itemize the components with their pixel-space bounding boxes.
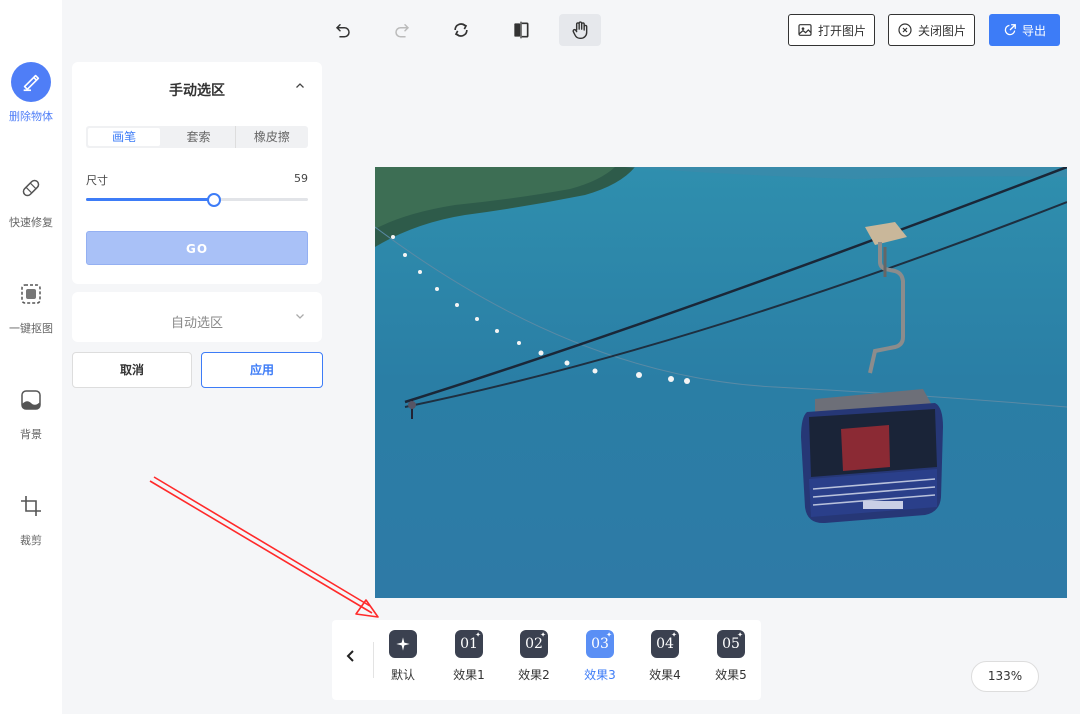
export-button[interactable]: 导出 [989, 14, 1061, 46]
effect-4[interactable]: 04 ✦ 效果4 [640, 630, 690, 683]
effect-label: 效果5 [715, 668, 747, 682]
edited-photo [375, 167, 1067, 598]
crop-icon [11, 486, 51, 526]
size-slider[interactable] [86, 193, 308, 207]
effect-default[interactable]: 默认 [378, 630, 428, 683]
close-circle-icon [898, 23, 912, 37]
rail-label: 裁剪 [20, 534, 42, 547]
redo-button[interactable] [381, 14, 423, 46]
size-value: 59 [294, 172, 308, 185]
cancel-button[interactable]: 取消 [72, 352, 192, 388]
effect-label: 效果3 [584, 668, 616, 682]
effect-label: 效果1 [453, 668, 485, 682]
rail-item-remove-object[interactable]: 删除物体 [0, 62, 62, 124]
slider-thumb[interactable] [206, 193, 221, 207]
auto-selection-title: 自动选区 [170, 316, 223, 331]
effect-3[interactable]: 03 ✦ 效果3 [575, 630, 625, 683]
background-icon [11, 380, 51, 420]
slider-fill [86, 198, 214, 201]
compare-icon [514, 21, 529, 39]
pan-button[interactable] [559, 14, 601, 46]
refresh-icon [454, 23, 468, 37]
effect-1[interactable]: 01 ✦ 效果1 [444, 630, 494, 683]
rail-label: 背景 [20, 428, 42, 441]
effect-3-icon: 03 ✦ [586, 630, 614, 658]
undo-icon [336, 24, 350, 38]
effect-label: 效果4 [649, 668, 681, 682]
zoom-level[interactable]: 133% [971, 661, 1039, 692]
chevron-up-icon[interactable] [294, 80, 306, 96]
tab-eraser[interactable]: 橡皮擦 [236, 126, 308, 148]
effect-label: 效果2 [518, 668, 550, 682]
eraser-icon [11, 62, 51, 102]
manual-selection-panel: 手动选区 画笔 套索 橡皮擦 尺寸 59 GO [72, 62, 322, 284]
rail-label: 删除物体 [9, 110, 53, 123]
effect-label: 默认 [390, 668, 415, 682]
effect-1-icon: 01 ✦ [455, 630, 483, 658]
close-image-label: 关闭图片 [918, 23, 967, 38]
rail-label: 一键抠图 [9, 322, 53, 335]
chevron-left-icon[interactable] [346, 650, 356, 666]
export-icon [1004, 24, 1016, 36]
auto-selection-panel[interactable]: 自动选区 [72, 292, 322, 342]
rail-label: 快速修复 [9, 216, 53, 229]
divider [373, 642, 374, 678]
open-image-button[interactable]: 打开图片 [788, 14, 876, 46]
rail-item-crop[interactable]: 裁剪 [0, 486, 62, 548]
brush-mode-tabs: 画笔 套索 橡皮擦 [86, 126, 308, 148]
tab-lasso[interactable]: 套索 [162, 126, 236, 148]
image-icon [798, 24, 812, 36]
cutout-icon [11, 274, 51, 314]
effect-2-icon: 02 ✦ [520, 630, 548, 658]
effect-5[interactable]: 05 ✦ 效果5 [706, 630, 756, 683]
tab-brush[interactable]: 画笔 [88, 128, 161, 146]
redo-icon [395, 24, 409, 38]
compare-button[interactable] [500, 14, 542, 46]
reset-button[interactable] [440, 14, 482, 46]
export-label: 导出 [1022, 23, 1047, 38]
apply-button[interactable]: 应用 [201, 352, 323, 388]
rail-item-quick-fix[interactable]: 快速修复 [0, 168, 62, 230]
hand-icon [572, 21, 588, 40]
bandage-icon [11, 168, 51, 208]
sparkle-icon [389, 630, 417, 658]
undo-button[interactable] [322, 14, 364, 46]
size-label: 尺寸 [86, 174, 108, 187]
rail-item-cutout[interactable]: 一键抠图 [0, 274, 62, 336]
close-image-button[interactable]: 关闭图片 [888, 14, 976, 46]
chevron-down-icon[interactable] [294, 310, 306, 325]
effect-2[interactable]: 02 ✦ 效果2 [509, 630, 559, 683]
open-image-label: 打开图片 [818, 23, 867, 38]
effects-bar: 默认 01 ✦ 效果1 02 ✦ 效果2 03 ✦ 效果3 04 ✦ 效果4 05 ✦ 效… [332, 620, 761, 700]
effect-5-icon: 05 ✦ [717, 630, 745, 658]
rail-item-background[interactable]: 背景 [0, 380, 62, 442]
go-button[interactable]: GO [86, 231, 308, 265]
left-tool-rail: 删除物体 快速修复 一键抠图 背景 裁剪 [0, 0, 62, 714]
effect-4-icon: 04 ✦ [651, 630, 679, 658]
manual-selection-title: 手动选区 [169, 83, 225, 99]
